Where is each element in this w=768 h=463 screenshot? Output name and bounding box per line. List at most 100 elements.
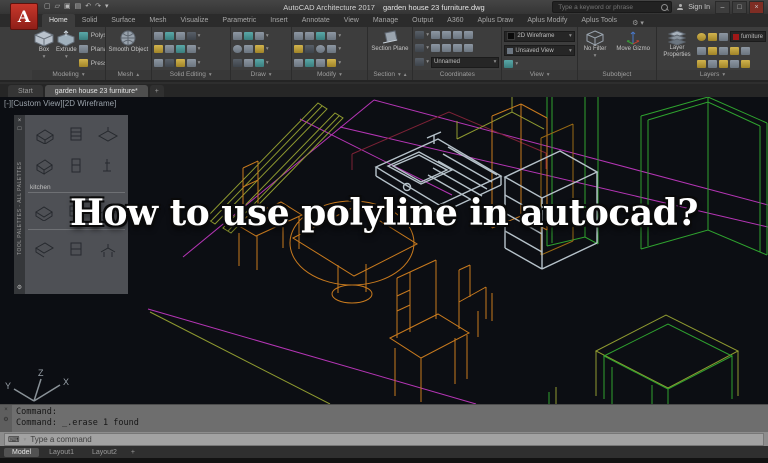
planar-surface-button[interactable]: Planar Surface: [79, 45, 105, 53]
trim-icon[interactable]: [316, 32, 325, 40]
palette-item-thumbnail[interactable]: [92, 119, 124, 150]
command-dropdown-icon[interactable]: ▾: [24, 437, 27, 443]
tab-layout2[interactable]: Layout2: [84, 448, 125, 457]
view-name-dropdown[interactable]: Unsaved View▾: [504, 45, 574, 56]
layer-freeze-sun-icon[interactable]: [708, 33, 717, 41]
ucs-z-icon[interactable]: [453, 44, 462, 52]
ribbon-tab[interactable]: Aplus Draw: [471, 14, 521, 27]
palette-item-thumbnail[interactable]: [92, 150, 124, 181]
hatch-icon[interactable]: [255, 45, 264, 53]
ribbon-tab[interactable]: Output: [405, 14, 440, 27]
polysolid-button[interactable]: Polysolid: [79, 32, 105, 40]
ucs-icon[interactable]: [415, 31, 424, 39]
redo-icon[interactable]: ↷: [95, 0, 101, 14]
search-icon[interactable]: [661, 4, 668, 11]
panel-label-subobject[interactable]: Subobject: [578, 70, 656, 80]
panel-label-mesh[interactable]: Mesh▴: [106, 70, 151, 80]
command-input[interactable]: ⌨ ▾ Type a command: [4, 433, 764, 446]
rotate-icon[interactable]: [305, 32, 314, 40]
ribbon-tab[interactable]: Manage: [366, 14, 405, 27]
extrude-button[interactable]: Extrude▾: [56, 29, 77, 70]
layer-walk-icon[interactable]: [708, 60, 717, 68]
layer-current-icon[interactable]: [697, 60, 706, 68]
box-button[interactable]: Box▾: [34, 29, 54, 70]
union-icon[interactable]: [154, 32, 163, 40]
command-close-icon[interactable]: ×: [4, 407, 8, 413]
maximize-button[interactable]: □: [732, 1, 747, 14]
current-layer-dropdown[interactable]: furniture: [730, 31, 766, 42]
ribbon-tab[interactable]: Surface: [104, 14, 142, 27]
open-file-icon[interactable]: ▱: [55, 0, 60, 14]
viewport-config-icon[interactable]: [504, 60, 513, 68]
ucs-y-icon[interactable]: [442, 44, 451, 52]
help-search-box[interactable]: [552, 1, 672, 13]
separate-icon[interactable]: [187, 45, 196, 53]
tab-model[interactable]: Model: [4, 448, 39, 457]
layer-on-bulb-icon[interactable]: [697, 33, 706, 41]
scale-icon[interactable]: [327, 59, 336, 67]
layer-lock2-icon[interactable]: [730, 60, 739, 68]
sign-in-button[interactable]: Sign In: [688, 4, 710, 11]
panel-label-modify[interactable]: Modify▾: [292, 70, 366, 80]
close-button[interactable]: ×: [749, 1, 764, 14]
palette-item-thumbnail[interactable]: [92, 233, 124, 264]
ucs-3point-icon[interactable]: [464, 44, 473, 52]
tab-layout1[interactable]: Layout1: [41, 448, 82, 457]
ribbon-tab[interactable]: Parametric: [215, 14, 263, 27]
ribbon-tab[interactable]: Mesh: [142, 14, 173, 27]
ribbon-tab[interactable]: Solid: [75, 14, 105, 27]
ribbon-tab[interactable]: Home: [42, 14, 75, 27]
mirror-icon[interactable]: [294, 45, 303, 53]
viewport-controls[interactable]: [-][Custom View][2D Wireframe]: [4, 99, 116, 108]
palette-item-thumbnail[interactable]: [60, 150, 92, 181]
smooth-object-button[interactable]: Smooth Object: [108, 29, 148, 70]
ribbon-tab[interactable]: View: [337, 14, 366, 27]
point-icon[interactable]: [255, 59, 264, 67]
ucs-world-icon[interactable]: [431, 31, 440, 39]
layer-lock-icon[interactable]: [719, 33, 728, 41]
new-layout-button[interactable]: +: [127, 448, 139, 457]
ucs-named-icon[interactable]: [415, 58, 424, 66]
ucs-face-icon[interactable]: [453, 31, 462, 39]
palette-item-thumbnail[interactable]: [28, 233, 60, 264]
app-menu-button[interactable]: A: [10, 3, 38, 30]
ribbon-tab[interactable]: A360: [440, 14, 470, 27]
palette-item-thumbnail[interactable]: [60, 119, 92, 150]
interfere-icon[interactable]: [165, 59, 174, 67]
ribbon-options[interactable]: ⚙ ▾: [632, 19, 644, 27]
move-icon[interactable]: [294, 32, 303, 40]
palette-item-thumbnail[interactable]: [60, 233, 92, 264]
panel-label-draw[interactable]: Draw▾: [231, 70, 291, 80]
ribbon-tab[interactable]: Annotate: [295, 14, 337, 27]
move-gizmo-button[interactable]: Move Gizmo: [616, 29, 650, 70]
slice-icon[interactable]: [154, 59, 163, 67]
taper-face-icon[interactable]: [165, 45, 174, 53]
copy-icon[interactable]: [327, 32, 336, 40]
undo-icon[interactable]: ↶: [85, 0, 91, 14]
erase-icon[interactable]: [294, 59, 303, 67]
panel-label-layers[interactable]: Layers▾: [657, 70, 768, 80]
file-tab-document[interactable]: garden house 23 furniture*: [45, 85, 148, 97]
ucs-origin-icon[interactable]: [442, 31, 451, 39]
subtract-icon[interactable]: [165, 32, 174, 40]
layer-match-icon[interactable]: [741, 47, 750, 55]
ribbon-tab[interactable]: Visualize: [174, 14, 216, 27]
solid-edit-icon[interactable]: [187, 32, 196, 40]
drawing-area[interactable]: [-][Custom View][2D Wireframe]: [0, 97, 768, 404]
layer-freeze2-icon[interactable]: [719, 47, 728, 55]
ucs-view-icon[interactable]: [464, 31, 473, 39]
ellipse-icon[interactable]: [244, 59, 253, 67]
shell-icon[interactable]: [176, 45, 185, 53]
panel-label-section[interactable]: Section▾▴: [368, 70, 413, 80]
circle-icon[interactable]: [233, 45, 242, 53]
command-customize-icon[interactable]: ⚙: [3, 416, 8, 423]
intersect-icon[interactable]: [176, 32, 185, 40]
explode-icon[interactable]: [305, 59, 314, 67]
save-icon[interactable]: ▣: [64, 0, 71, 14]
no-filter-button[interactable]: No Filter▾: [584, 29, 607, 70]
minimize-button[interactable]: –: [715, 1, 730, 14]
panel-label-view[interactable]: View▾: [502, 70, 576, 80]
palette-item-thumbnail[interactable]: [28, 150, 60, 181]
fillet-edge-icon[interactable]: [154, 45, 163, 53]
palette-item-thumbnail[interactable]: [28, 119, 60, 150]
